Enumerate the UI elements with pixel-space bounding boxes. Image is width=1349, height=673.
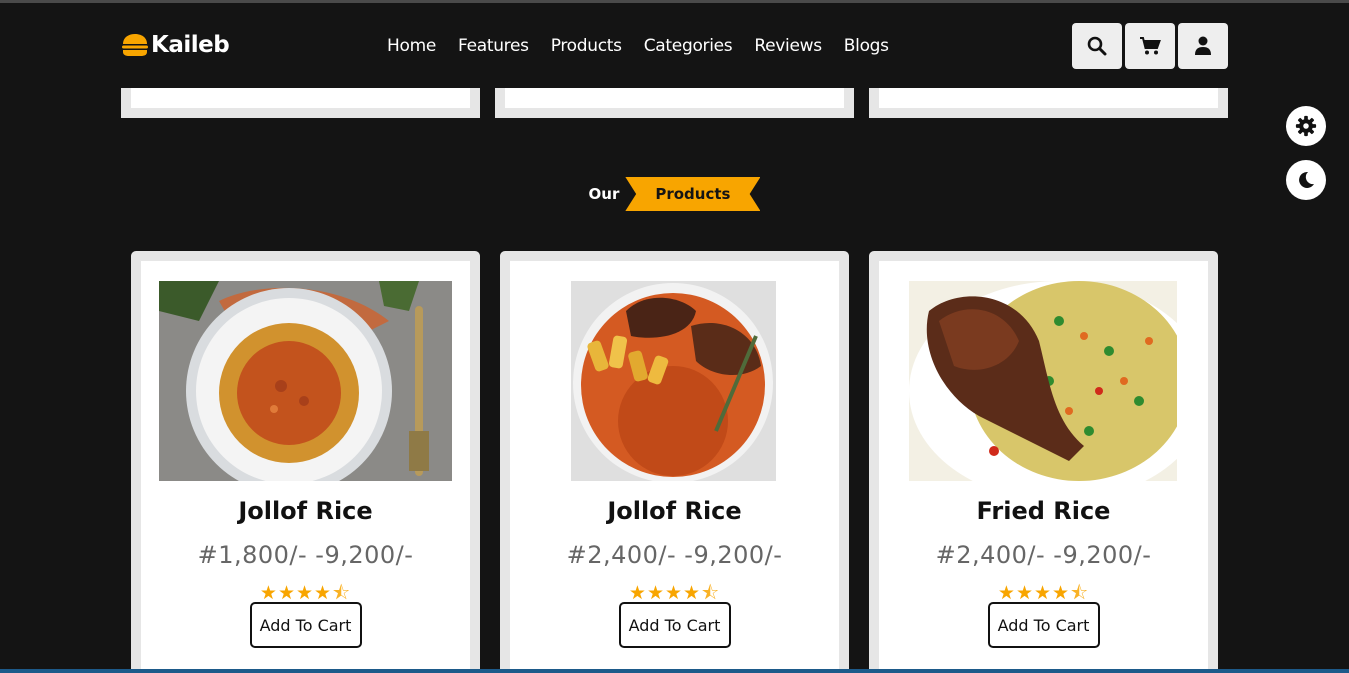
header: Kaileb Home Features Products Categories… (0, 3, 1349, 87)
product-image (909, 281, 1177, 481)
product-name: Fried Rice (976, 497, 1111, 525)
taskbar-edge (0, 669, 1349, 673)
product-image (159, 281, 452, 481)
previous-card (495, 88, 854, 118)
product-card: Fried Rice #2,400/- -9,200/- ★★★★⯪ Add T… (869, 251, 1218, 673)
search-icon (1087, 36, 1107, 56)
add-to-cart-button[interactable]: Add To Cart (249, 602, 362, 648)
product-price: #2,400/- -9,200/- (935, 541, 1152, 569)
settings-button[interactable] (1286, 106, 1326, 146)
heading-ribbon: Products (625, 177, 761, 211)
cart-icon (1140, 37, 1161, 55)
cart-button[interactable] (1125, 23, 1175, 69)
section-heading: Our Products (0, 177, 1349, 211)
search-button[interactable] (1072, 23, 1122, 69)
gear-icon (1295, 115, 1317, 137)
burger-logo-icon (122, 34, 148, 56)
product-name: Jollof Rice (607, 497, 742, 525)
previous-card (869, 88, 1228, 118)
user-icon (1195, 36, 1211, 55)
nav-home[interactable]: Home (387, 36, 436, 56)
product-price: #1,800/- -9,200/- (197, 541, 414, 569)
product-card: Jollof Rice #2,400/- -9,200/- ★★★★⯪ Add … (500, 251, 849, 673)
product-name: Jollof Rice (238, 497, 373, 525)
product-card: Jollof Rice #1,800/- -9,200/- ★★★★⯪ Add … (131, 251, 480, 673)
nav-categories[interactable]: Categories (644, 36, 733, 56)
nav-features[interactable]: Features (458, 36, 529, 56)
page: Kaileb Home Features Products Categories… (0, 0, 1349, 673)
add-to-cart-button[interactable]: Add To Cart (987, 602, 1100, 648)
nav-products[interactable]: Products (551, 36, 622, 56)
nav-blogs[interactable]: Blogs (844, 36, 889, 56)
logo[interactable]: Kaileb (121, 30, 230, 60)
nav-reviews[interactable]: Reviews (754, 36, 822, 56)
product-image (571, 281, 776, 481)
heading-prefix: Our (588, 185, 620, 203)
brand-name: Kaileb (151, 32, 230, 58)
add-to-cart-button[interactable]: Add To Cart (618, 602, 731, 648)
user-button[interactable] (1178, 23, 1228, 69)
previous-card (121, 88, 480, 118)
product-price: #2,400/- -9,200/- (566, 541, 783, 569)
main-nav: Home Features Products Categories Review… (387, 36, 911, 56)
